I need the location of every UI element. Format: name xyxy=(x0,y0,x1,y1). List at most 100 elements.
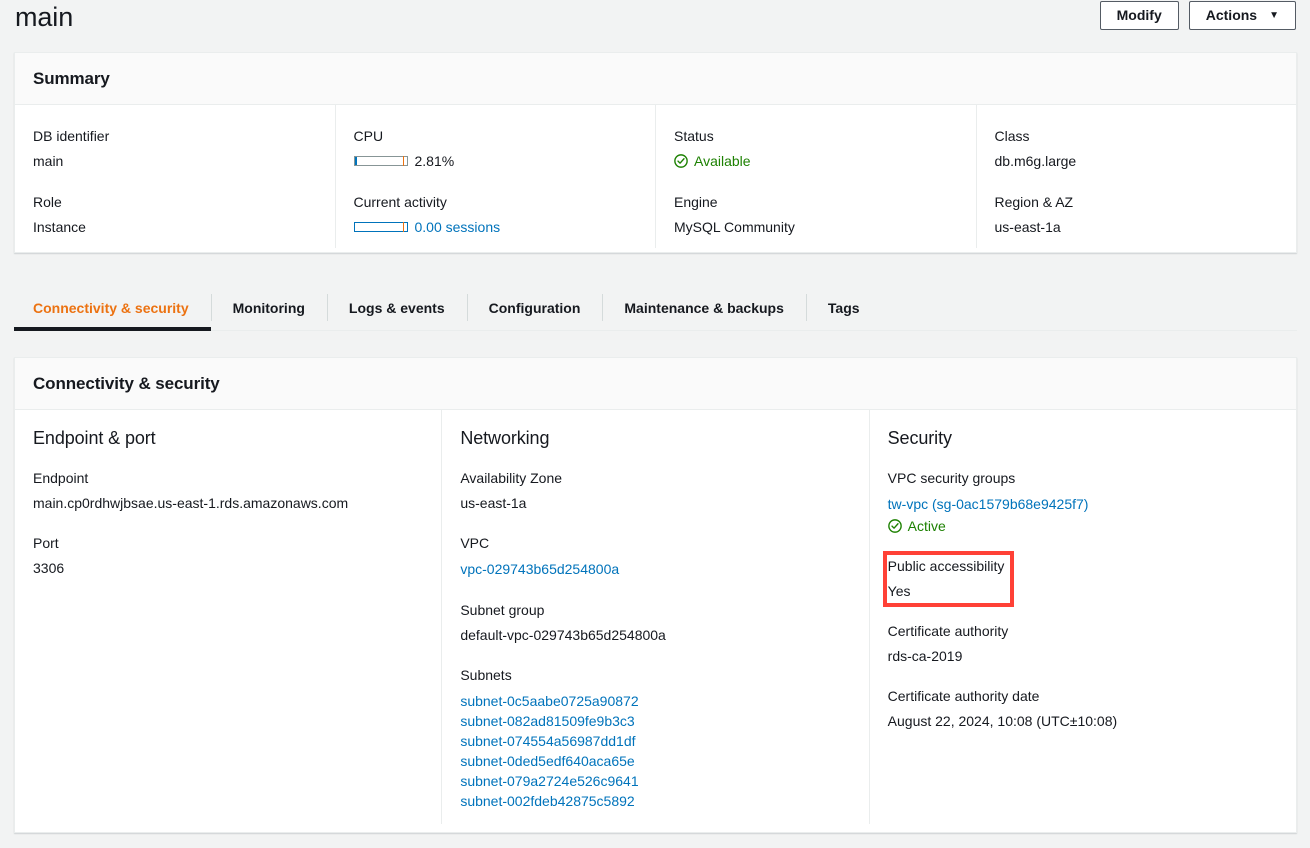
field-value: main xyxy=(33,153,64,169)
modify-button[interactable]: Modify xyxy=(1099,1,1179,30)
field-label: Certificate authority date xyxy=(887,688,1040,704)
field-label: Port xyxy=(33,535,59,551)
field-label: Engine xyxy=(674,194,718,210)
actions-label: Actions xyxy=(1205,7,1258,23)
field-certificate-authority: Certificate authority rds-ca-2019 xyxy=(888,622,1274,665)
field-port: Port 3306 xyxy=(33,534,419,577)
field-label: Subnets xyxy=(460,667,512,683)
field-engine: Engine MySQL Community xyxy=(674,193,956,236)
field-value: us-east-1a xyxy=(460,495,527,511)
sessions-gauge-marker xyxy=(402,222,404,232)
field-value: db.m6g.large xyxy=(994,153,1077,169)
cpu-gauge xyxy=(353,156,408,166)
status-badge: Available xyxy=(674,152,956,170)
tab-maintenance-backups[interactable]: Maintenance & backups xyxy=(602,285,806,330)
sessions-gauge xyxy=(353,222,408,232)
field-subnets: Subnets subnet-0c5aabe0725a90872 subnet-… xyxy=(460,666,846,811)
tab-connectivity-security[interactable]: Connectivity & security xyxy=(14,285,211,331)
field-label: Class xyxy=(994,128,1030,144)
header-actions: Modify Actions ▼ xyxy=(1099,1,1296,30)
field-label: Status xyxy=(674,128,714,144)
summary-column-class: Class db.m6g.large Region & AZ us-east-1… xyxy=(975,105,1297,248)
cpu-value: 2.81% xyxy=(414,153,455,169)
vpc-link[interactable]: vpc-029743b65d254800a xyxy=(460,561,619,577)
networking-heading: Networking xyxy=(460,428,550,448)
field-value: 3306 xyxy=(33,560,65,576)
field-label: Availability Zone xyxy=(460,470,563,486)
tab-tags[interactable]: Tags xyxy=(805,285,882,330)
field-value: us-east-1a xyxy=(994,219,1061,235)
field-value: main.cp0rdhwjbsae.us-east-1.rds.amazonaw… xyxy=(33,495,349,511)
field-label: VPC xyxy=(460,535,490,551)
connectivity-title: Connectivity & security xyxy=(33,374,220,393)
field-value: August 22, 2024, 10:08 (UTC±10:08) xyxy=(887,713,1118,729)
page-title: main xyxy=(15,2,74,32)
subnet-list: subnet-0c5aabe0725a90872 subnet-082ad815… xyxy=(460,691,846,811)
cpu-gauge-row: 2.81% xyxy=(353,152,636,170)
sessions-value-link[interactable]: 0.00 sessions xyxy=(415,217,501,237)
field-role: Role Instance xyxy=(33,193,315,236)
actions-dropdown-button[interactable]: Actions ▼ xyxy=(1188,1,1296,30)
field-class: Class db.m6g.large xyxy=(995,127,1277,170)
field-availability-zone: Availability Zone us-east-1a xyxy=(460,469,846,512)
security-heading: Security xyxy=(887,428,952,448)
security-group-status-text: Active xyxy=(907,518,946,534)
field-endpoint: Endpoint main.cp0rdhwjbsae.us-east-1.rds… xyxy=(33,469,419,512)
security-column: Security VPC security groups tw-vpc (sg-… xyxy=(868,410,1296,824)
field-label: Subnet group xyxy=(460,602,545,618)
cpu-gauge-marker xyxy=(402,156,404,166)
check-circle-icon xyxy=(674,154,688,168)
field-subnet-group: Subnet group default-vpc-029743b65d25480… xyxy=(460,601,846,644)
endpoint-port-column: Endpoint & port Endpoint main.cp0rdhwjbs… xyxy=(15,410,441,824)
chevron-down-icon: ▼ xyxy=(1269,9,1279,21)
sessions-gauge-row: 0.00 sessions xyxy=(353,217,636,237)
security-group-status-badge: Active xyxy=(887,517,1274,535)
summary-column-identity: DB identifier main Role Instance xyxy=(15,105,335,248)
field-cpu: CPU 2.81% xyxy=(353,127,636,170)
subnet-link[interactable]: subnet-079a2724e526c9641 xyxy=(460,771,846,791)
field-value: MySQL Community xyxy=(674,219,795,235)
summary-card: Summary DB identifier main Role Instance… xyxy=(14,52,1297,253)
subnet-link[interactable]: subnet-002fdeb42875c5892 xyxy=(460,791,846,811)
tab-monitoring[interactable]: Monitoring xyxy=(210,285,327,330)
field-label: DB identifier xyxy=(33,128,110,144)
field-value: default-vpc-029743b65d254800a xyxy=(460,627,666,643)
field-region-az: Region & AZ us-east-1a xyxy=(995,193,1277,236)
cpu-gauge-fill xyxy=(354,157,357,165)
field-label: CPU xyxy=(353,128,384,144)
status-text: Available xyxy=(694,153,751,169)
field-label: Public accessibility xyxy=(887,558,1005,574)
field-label: VPC security groups xyxy=(887,470,1016,486)
tab-configuration[interactable]: Configuration xyxy=(466,285,603,330)
connectivity-card-header: Connectivity & security xyxy=(15,358,1296,410)
rds-instance-detail-page: main Modify Actions ▼ Summary DB identif… xyxy=(0,0,1310,848)
field-label: Certificate authority xyxy=(887,623,1009,639)
field-label: Endpoint xyxy=(33,470,89,486)
field-label: Region & AZ xyxy=(994,194,1074,210)
summary-column-metrics: CPU 2.81% Current activity 0.00 sessions xyxy=(334,105,656,248)
check-circle-icon xyxy=(887,519,902,533)
field-value: Instance xyxy=(33,219,86,235)
field-db-identifier: DB identifier main xyxy=(33,127,315,170)
connectivity-body: Endpoint & port Endpoint main.cp0rdhwjbs… xyxy=(15,410,1296,824)
field-label: Current activity xyxy=(353,194,447,210)
subnet-link[interactable]: subnet-074554a56987dd1df xyxy=(460,731,846,751)
subnet-link[interactable]: subnet-0ded5edf640aca65e xyxy=(460,751,846,771)
connectivity-security-card: Connectivity & security Endpoint & port … xyxy=(14,357,1297,833)
field-vpc: VPC vpc-029743b65d254800a xyxy=(460,534,846,579)
summary-column-status: Status Available Engine MySQL Community xyxy=(655,105,976,248)
page-header: main Modify Actions ▼ xyxy=(0,0,1310,46)
field-value: rds-ca-2019 xyxy=(887,648,963,664)
summary-card-header: Summary xyxy=(15,53,1296,105)
subnet-link[interactable]: subnet-0c5aabe0725a90872 xyxy=(460,691,846,711)
security-group-link[interactable]: tw-vpc (sg-0ac1579b68e9425f7) xyxy=(888,496,1089,512)
field-status: Status Available xyxy=(674,127,956,170)
field-public-accessibility: Public accessibility Yes xyxy=(888,557,1274,600)
summary-title: Summary xyxy=(33,69,110,88)
tab-logs-events[interactable]: Logs & events xyxy=(326,285,467,330)
tab-bar: Connectivity & security Monitoring Logs … xyxy=(14,285,1297,331)
field-value: Yes xyxy=(887,583,911,599)
subnet-link[interactable]: subnet-082ad81509fe9b3c3 xyxy=(460,711,846,731)
endpoint-port-heading: Endpoint & port xyxy=(33,428,156,448)
networking-column: Networking Availability Zone us-east-1a … xyxy=(441,410,868,824)
